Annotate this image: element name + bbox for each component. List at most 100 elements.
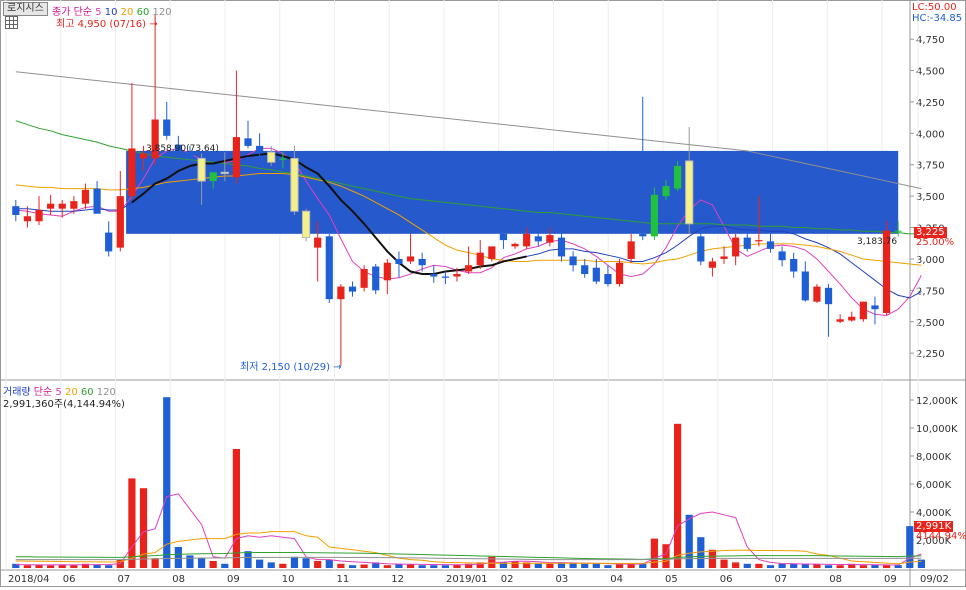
high-text: 최고 4,950 (07/16) [56,19,147,30]
stock-name-button[interactable]: 로지시스 [3,2,48,16]
volume-bar [732,562,740,568]
volume-bar [778,563,786,568]
x-tick-label: 07 [118,574,131,585]
volume-bar [23,565,32,568]
volume-bar [511,561,519,568]
volume-bar [604,565,612,568]
candle-body [650,194,658,237]
candle-body [592,267,600,282]
candle-body [639,233,647,237]
candle-body [337,286,345,300]
x-tick-label: 05 [665,574,678,585]
x-tick-label: 09 [227,574,240,585]
volume-bar [917,559,926,568]
volume-bar [430,565,438,568]
volume-bar [197,558,206,568]
highlight-box [126,150,899,234]
candle-body [813,286,821,302]
candle-body [81,189,90,204]
candle-body [139,153,148,159]
lc-text: LC:50.00 [912,2,957,13]
candle-body [685,160,694,225]
volume-tick-label: 6,000K [916,480,952,491]
candle-body [755,240,763,242]
volume-bar [894,565,902,568]
volume-bar [836,565,844,568]
volume-bar [302,558,310,568]
chart-stage: 2,2502,5002,7503,0003,2503,5003,7504,000… [0,0,966,587]
volume-bar [546,563,554,568]
volume-bar [279,563,287,568]
candle-body [790,258,798,272]
candle-body [766,241,775,249]
candle-body [256,145,264,153]
candle-body [360,268,368,288]
volume-tick-label: 12,000K [916,396,958,407]
candle-body [778,251,786,261]
high-annotation: 최고 4,950 (07/16) → [56,15,158,30]
volume-ma-line-5 [15,493,922,566]
candle-body [301,210,311,239]
candle-body [70,201,78,209]
candle-body [848,316,856,321]
grid-icon[interactable] [5,16,18,29]
chart-svg: 2,2502,5002,7503,0003,2503,5003,7504,000… [0,0,966,587]
price-tick-label: 4,750 [916,35,945,46]
volume-bar [151,558,159,568]
price-tick-label: 3,000 [916,255,945,266]
volume-bar [267,562,275,568]
candle-body [534,236,542,242]
candle-body [209,172,217,182]
candle-body [395,258,403,264]
x-tick-label: 12 [391,574,404,585]
candle-body [372,266,380,291]
candle-body [58,203,66,209]
volume-bar [174,547,182,568]
candle-body [662,186,670,197]
candle-body [232,137,241,178]
price-tick-label: 2,250 [916,349,945,360]
volume-bar [406,564,415,568]
candle-body [93,188,101,214]
box-label: 3,858.90(73.64) [146,144,219,154]
x-tick-label: 02 [501,574,514,585]
candle-body [673,165,682,189]
mid-right-label: 3,183.76 [857,237,898,247]
volume-bar [337,563,345,568]
candle-body [801,271,809,301]
candle-body [267,151,276,163]
volume-bar [383,565,391,568]
volume-bar [128,478,136,568]
volume-value: 2,991,360주(4,144.94%) [3,399,125,410]
price-tick-label: 4,250 [916,98,945,109]
x-tick-label: 08 [172,574,185,585]
x-tick-label: 2019/01 [446,574,488,585]
x-tick-label: 07 [775,574,788,585]
candle-body [220,171,229,175]
x-tick-label: 09/02 [920,574,949,585]
volume-bar [673,423,682,568]
volume-bar [244,551,252,568]
x-tick-label: 10 [282,574,295,585]
price-tick-label: 4,500 [916,67,945,78]
candle-body [546,235,554,243]
candle-body [441,276,449,278]
candle-body [279,158,287,160]
candle-body [871,305,879,310]
candle-body [244,138,252,146]
volume-bar [314,561,322,568]
candle-body [465,265,473,272]
x-tick-label: 03 [556,574,569,585]
candle-body [697,236,705,262]
volume-bar [105,565,113,568]
candle-body [604,274,612,285]
volume-bar [615,564,624,568]
candle-body [476,252,484,266]
volume-bar [592,563,600,568]
candle-body [511,243,519,247]
last-volume-pct: 4144.94% [916,531,966,542]
candle-body [12,206,20,215]
volume-bar [581,563,589,568]
x-tick-label: 06 [720,574,733,585]
candle-body [116,196,124,248]
